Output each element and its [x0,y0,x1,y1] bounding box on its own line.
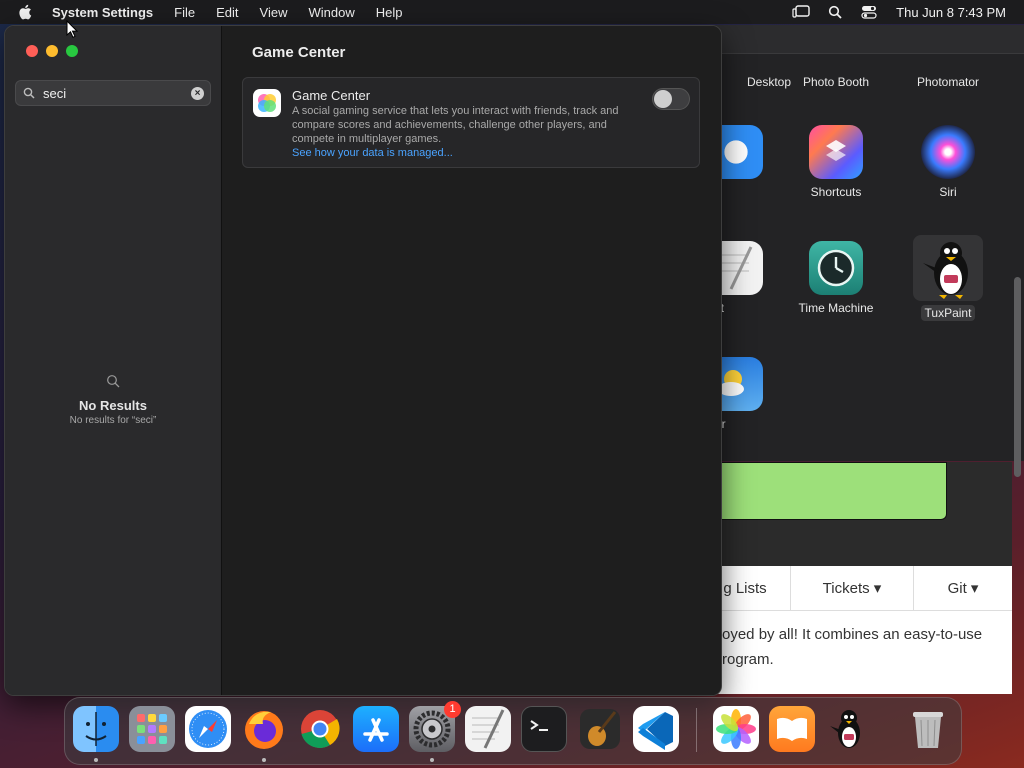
page-title: Game Center [252,44,346,61]
textedit-icon[interactable] [465,706,511,752]
applications-scrollbar[interactable] [1014,277,1021,477]
game-center-description: A social gaming service that lets you in… [292,105,619,145]
tuxpaint-icon [913,235,983,301]
clear-search-icon[interactable]: × [191,86,204,100]
system-settings-icon[interactable]: 1 [409,701,461,752]
terminal-icon[interactable] [521,706,567,752]
garageband-icon[interactable] [577,706,623,752]
siri-icon [921,125,975,179]
books-icon[interactable] [769,706,815,752]
page-paragraph-line: oyed by all! It combines an easy-to-use [722,626,983,643]
page-paragraph: oyed by all! It combines an easy-to-use … [722,622,1012,672]
running-indicator [430,758,434,762]
app-store-icon[interactable] [353,706,399,752]
app-tile-time-machine[interactable]: Time Machine [786,241,886,315]
game-center-icon [253,89,281,117]
page-green-banner [700,462,947,520]
trash-icon[interactable] [905,706,951,752]
app-tile-label: Shortcuts [810,185,862,199]
photos-icon[interactable] [713,706,759,752]
page-nav: g Lists Tickets ▾ Git ▾ [700,566,1012,611]
firefox-icon[interactable] [241,706,287,752]
dock: 1 [64,697,962,765]
running-indicator [262,758,266,762]
notification-badge: 1 [444,701,461,718]
no-results-title: No Results [79,398,147,413]
safari-icon[interactable] [185,706,231,752]
search-input[interactable]: seci [43,86,191,101]
settings-search-field[interactable]: seci × [15,80,211,106]
browser-page: g Lists Tickets ▾ Git ▾ oyed by all! It … [700,462,1012,694]
nav-git[interactable]: Git ▾ [913,566,1012,610]
game-center-title: Game Center [292,88,371,103]
system-settings-window: seci × No Results No results for “seci” … [4,25,722,696]
vscode-icon[interactable] [633,706,679,752]
running-indicator [94,758,98,762]
app-tile-label: Time Machine [798,301,874,315]
stage-manager-icon[interactable] [792,4,810,20]
launchpad-icon[interactable] [129,706,175,752]
menu-window[interactable]: Window [308,5,354,20]
menu-view[interactable]: View [260,5,288,20]
finder-icon[interactable] [73,706,119,752]
chrome-icon[interactable] [297,706,343,752]
nav-tickets[interactable]: Tickets ▾ [790,566,913,610]
close-window-button[interactable] [26,45,38,57]
search-icon [23,86,37,100]
minimize-window-button[interactable] [46,45,58,57]
no-results-subtitle: No results for “seci” [69,415,157,426]
game-center-toggle[interactable] [652,88,690,110]
toggle-knob [654,90,672,108]
applications-window: Desktop Photo Booth Photomator fari Shor… [698,25,1024,477]
menu-app-name[interactable]: System Settings [52,5,153,20]
menu-help[interactable]: Help [376,5,403,20]
settings-sidebar: seci × No Results No results for “seci” [5,26,222,695]
dock-separator [696,708,697,752]
no-results-panel: No Results No results for “seci” [5,374,221,426]
app-tile-label: Siri [939,185,957,199]
page-paragraph-line: rogram. [722,651,774,668]
zoom-window-button[interactable] [66,45,78,57]
mouse-cursor-icon [66,19,79,38]
shortcuts-icon [809,125,863,179]
data-managed-link[interactable]: See how your data is managed... [292,147,453,159]
settings-content: Game Center Game Center A social gaming … [222,26,721,695]
spotlight-search-icon[interactable] [826,4,844,20]
app-tile-siri[interactable]: Siri [898,125,998,199]
search-icon [106,374,120,388]
menubar-clock[interactable]: Thu Jun 8 7:43 PM [896,5,1006,20]
app-tile-photomator[interactable]: Photomator [898,49,998,89]
menu-file[interactable]: File [174,5,195,20]
app-tile-label: Photo Booth [802,75,870,89]
time-machine-icon [809,241,863,295]
control-center-icon[interactable] [860,4,878,20]
menu-bar: System Settings File Edit View Window He… [0,0,1024,24]
apple-menu-icon[interactable] [18,0,36,24]
app-tile-label: Photomator [916,75,980,89]
app-tile-tuxpaint[interactable]: TuxPaint [898,235,998,321]
menu-edit[interactable]: Edit [216,5,238,20]
game-center-card: Game Center A social gaming service that… [242,77,700,168]
tuxpaint-icon[interactable] [825,706,871,752]
app-tile-photo-booth[interactable]: Photo Booth [786,49,886,89]
app-tile-label: TuxPaint [920,305,976,321]
app-tile-shortcuts[interactable]: Shortcuts [786,125,886,199]
